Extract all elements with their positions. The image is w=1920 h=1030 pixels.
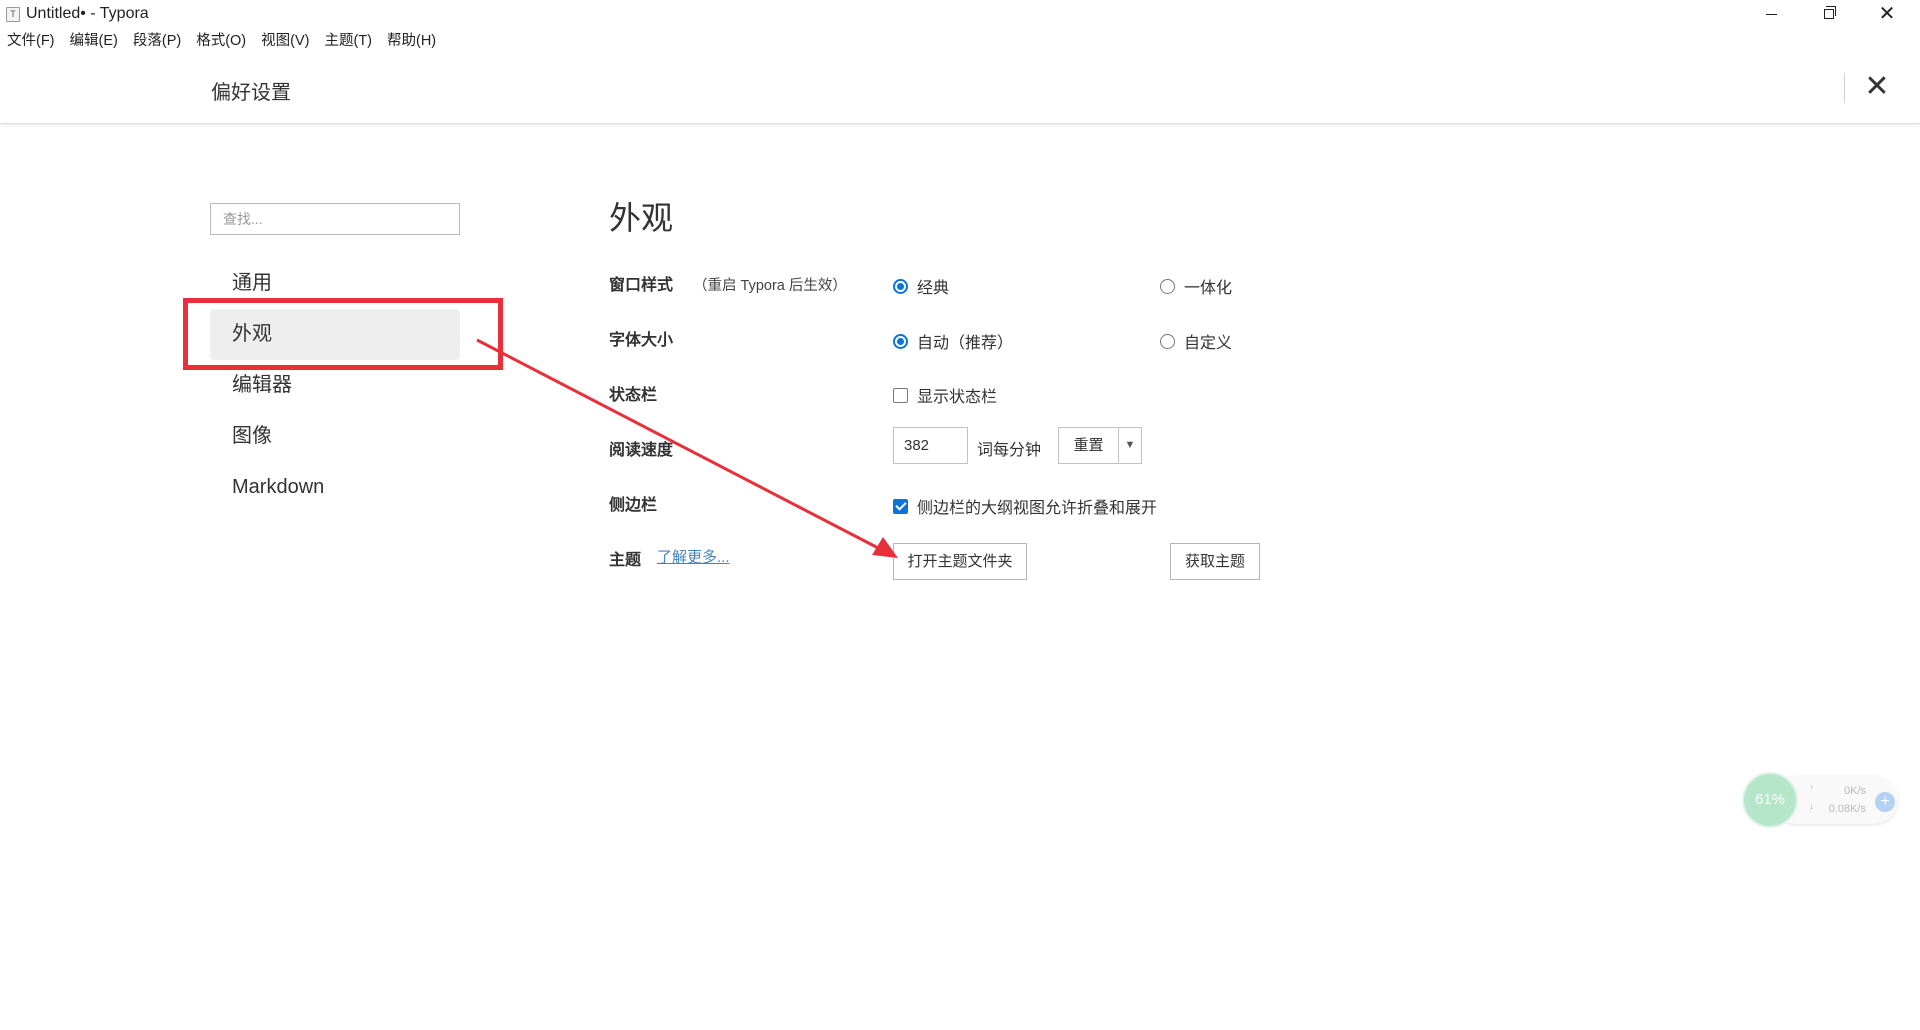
restore-button[interactable] <box>1806 0 1852 28</box>
header-divider <box>1844 73 1845 103</box>
outline-collapsible-label: 侧边栏的大纲视图允许折叠和展开 <box>917 500 1158 517</box>
reset-button[interactable]: 重置 <box>1059 428 1118 463</box>
minimize-button[interactable] <box>1748 0 1794 28</box>
reading-speed-input[interactable] <box>893 427 968 464</box>
network-speed-widget[interactable]: 61% ↑ 0K/s ↓ 0.08K/s + <box>1742 772 1900 828</box>
annotation-highlight-box <box>183 298 503 370</box>
checkbox-unchecked-icon[interactable] <box>893 387 908 403</box>
font-size-auto-label: 自动（推荐） <box>917 335 1014 352</box>
status-bar-label: 状态栏 <box>609 387 658 404</box>
preferences-close-button[interactable]: ✕ <box>1862 70 1892 104</box>
plus-icon[interactable]: + <box>1875 792 1895 812</box>
window-close-button[interactable]: ✕ <box>1864 0 1910 28</box>
menu-file[interactable]: 文件(F) <box>0 30 63 52</box>
checkbox-checked-icon[interactable] <box>893 498 908 514</box>
reading-speed-label: 阅读速度 <box>609 442 674 459</box>
upload-speed: 0K/s <box>1843 785 1866 797</box>
preferences-header: 偏好设置 ✕ <box>0 52 1920 124</box>
radio-unselected-icon[interactable] <box>1160 333 1175 349</box>
menu-format[interactable]: 格式(O) <box>189 30 254 52</box>
font-size-auto-option[interactable]: 自动（推荐） <box>893 329 1013 353</box>
chevron-down-icon: ▼ <box>1124 439 1136 451</box>
show-status-bar-option[interactable]: 显示状态栏 <box>893 383 997 407</box>
download-speed: 0.08K/s <box>1828 803 1866 815</box>
reading-speed-unit: 词每分钟 <box>977 442 1042 459</box>
close-icon: ✕ <box>1864 70 1890 103</box>
window-style-unified-option[interactable]: 一体化 <box>1160 274 1232 298</box>
radio-unselected-icon[interactable] <box>1160 278 1175 294</box>
font-size-custom-label: 自定义 <box>1184 335 1233 352</box>
menu-help[interactable]: 帮助(H) <box>380 30 444 52</box>
menu-themes[interactable]: 主题(T) <box>317 30 380 52</box>
restore-icon <box>1824 6 1836 19</box>
menu-bar: 文件(F) 编辑(E) 段落(P) 格式(O) 视图(V) 主题(T) 帮助(H… <box>0 30 444 52</box>
typora-app-icon: T <box>6 7 20 22</box>
section-title: 外观 <box>609 200 674 236</box>
preferences-title: 偏好设置 <box>211 82 291 104</box>
window-style-label-text: 窗口样式 <box>609 277 674 294</box>
annotation-arrow-line <box>476 338 883 552</box>
outline-collapsible-option[interactable]: 侧边栏的大纲视图允许折叠和展开 <box>893 494 1157 518</box>
menu-view[interactable]: 视图(V) <box>254 30 317 52</box>
sidebar-item-markdown[interactable]: Markdown <box>210 462 460 513</box>
sidebar-item-image[interactable]: 图像 <box>210 411 460 462</box>
reset-button-group: 重置 ▼ <box>1058 427 1142 464</box>
show-status-bar-label: 显示状态栏 <box>917 389 998 406</box>
font-size-label: 字体大小 <box>609 332 674 349</box>
window-style-classic-label: 经典 <box>917 280 950 297</box>
upload-arrow-icon: ↑ <box>1809 783 1814 794</box>
window-title: Untitled• - Typora <box>26 5 149 22</box>
theme-label: 主题 <box>609 552 642 569</box>
window-style-classic-option[interactable]: 经典 <box>893 274 949 298</box>
minimize-icon <box>1765 13 1777 15</box>
menu-edit[interactable]: 编辑(E) <box>63 30 126 52</box>
download-arrow-icon: ↓ <box>1809 801 1814 812</box>
reset-dropdown-button[interactable]: ▼ <box>1118 428 1141 463</box>
close-icon: ✕ <box>1878 3 1896 25</box>
open-theme-folder-button[interactable]: 打开主题文件夹 <box>893 543 1027 580</box>
window-style-label: 窗口样式 （重启 Typora 后生效） <box>609 271 847 295</box>
window-style-note: （重启 Typora 后生效） <box>693 278 847 294</box>
get-themes-button[interactable]: 获取主题 <box>1170 543 1260 580</box>
radio-selected-icon[interactable] <box>893 278 908 294</box>
window-style-unified-label: 一体化 <box>1184 280 1233 297</box>
title-bar: T Untitled• - Typora ✕ <box>0 0 1920 28</box>
network-usage-circle: 61% <box>1742 772 1798 828</box>
menu-paragraph[interactable]: 段落(P) <box>126 30 189 52</box>
font-size-custom-option[interactable]: 自定义 <box>1160 329 1232 353</box>
learn-more-link[interactable]: 了解更多... <box>657 546 730 567</box>
sidebar-setting-label: 侧边栏 <box>609 497 658 514</box>
preferences-search-input[interactable] <box>210 203 460 235</box>
radio-selected-icon[interactable] <box>893 333 908 349</box>
